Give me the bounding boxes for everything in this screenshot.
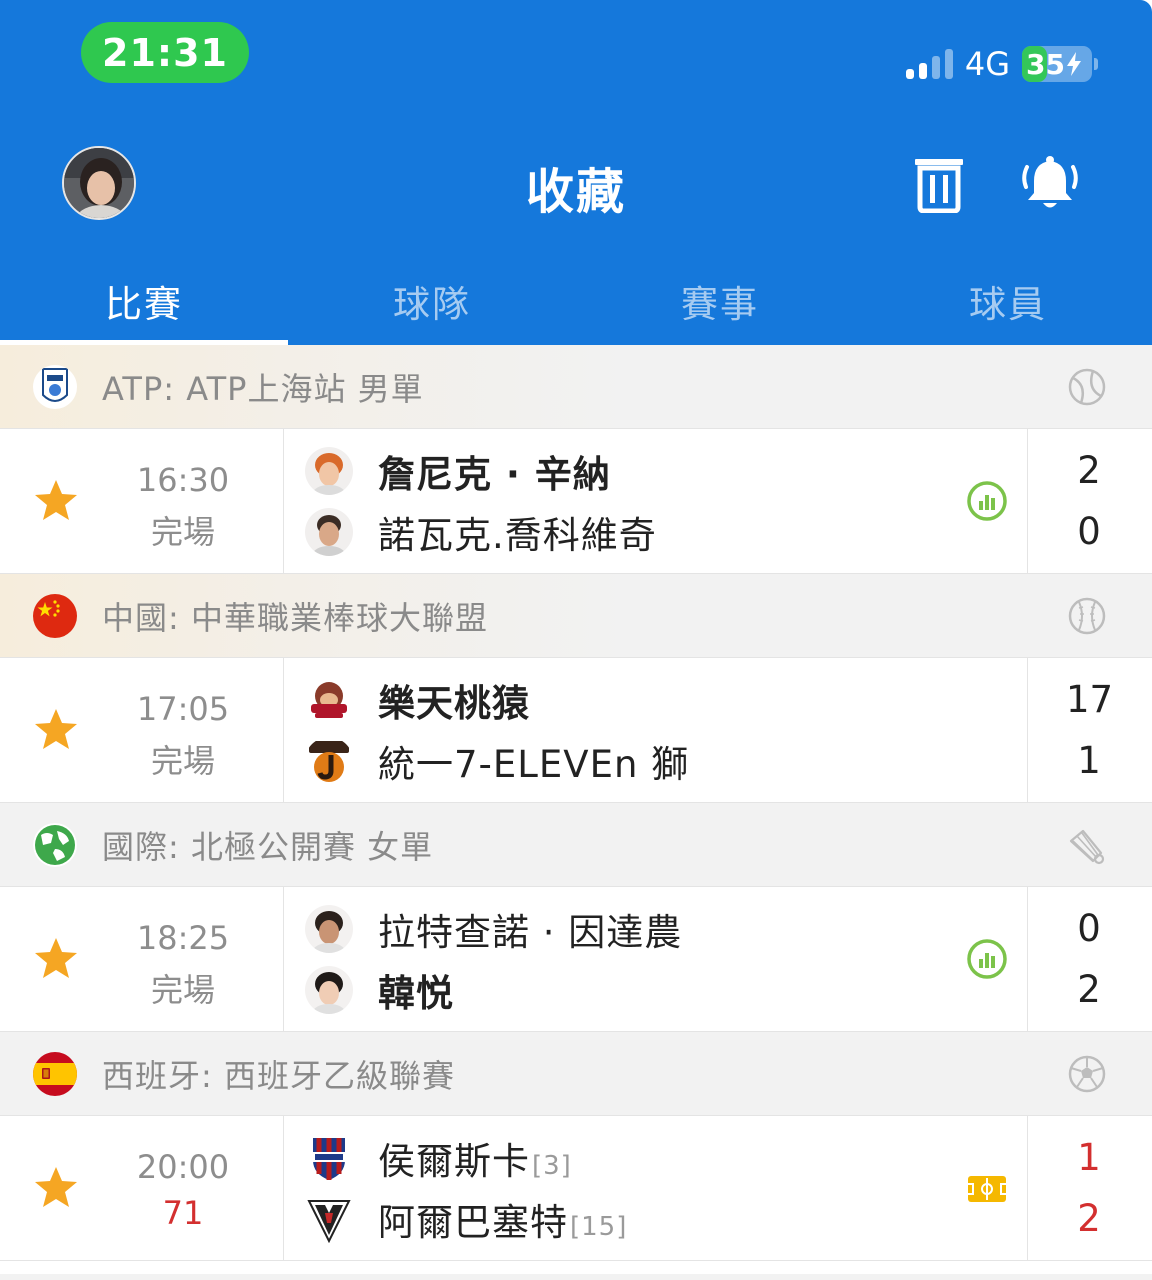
favorite-star-icon[interactable] bbox=[32, 1164, 80, 1212]
match-time: 16:30 bbox=[136, 461, 230, 499]
home-team-name: 拉特查諾 · 因達農 bbox=[378, 911, 683, 954]
delete-button[interactable] bbox=[912, 155, 966, 214]
soccer-ball-icon bbox=[1068, 1055, 1106, 1093]
league-header[interactable]: 國際: 北極公開賽 女單 bbox=[0, 803, 1152, 887]
away-team: 阿爾巴塞特[15] bbox=[305, 1193, 627, 1245]
favorite-star-icon[interactable] bbox=[32, 477, 80, 525]
spain-flag-icon bbox=[33, 1052, 77, 1096]
home-team: 侯爾斯卡[3] bbox=[305, 1132, 572, 1184]
away-team-name: 韓悦 bbox=[378, 972, 454, 1015]
home-team: 樂天桃猿 bbox=[305, 674, 530, 726]
stats-icon[interactable] bbox=[965, 479, 1009, 523]
baseball-icon bbox=[1068, 597, 1106, 635]
match-status: 完場 bbox=[150, 742, 215, 780]
match-row[interactable]: 17:05 完場 樂天桃猿 統一7-ELEVEn 獅 17 1 bbox=[0, 658, 1152, 803]
app-header: 21:31 4G 35 收藏 比賽 球隊 賽事 球員 bbox=[0, 0, 1152, 345]
globe-icon bbox=[33, 823, 77, 867]
tab-teams[interactable]: 球隊 bbox=[288, 262, 576, 345]
league-name: ATP: ATP上海站 男單 bbox=[102, 369, 424, 408]
home-team-name: 侯爾斯卡[3] bbox=[378, 1140, 572, 1183]
tennis-ball-icon bbox=[1068, 368, 1106, 406]
match-time: 18:25 bbox=[136, 919, 230, 957]
trash-icon bbox=[915, 159, 963, 214]
match-row[interactable]: 16:30 完場 詹尼克 · 辛納 諾瓦克.喬科維奇 2 0 bbox=[0, 429, 1152, 574]
tab-bar: 比賽 球隊 賽事 球員 bbox=[0, 262, 1152, 345]
away-team-name: 統一7-ELEVEn 獅 bbox=[378, 743, 690, 786]
status-indicators: 4G 35 bbox=[905, 44, 1098, 84]
home-team-name: 詹尼克 · 辛納 bbox=[378, 453, 611, 496]
battery-level: 35 bbox=[1026, 47, 1065, 81]
league-header[interactable]: 西班牙: 西班牙乙級聯賽 bbox=[0, 1032, 1152, 1116]
league-header[interactable]: 中國: 中華職業棒球大聯盟 bbox=[0, 574, 1152, 658]
home-team-name: 樂天桃猿 bbox=[378, 682, 530, 725]
uni-lions-logo bbox=[305, 737, 353, 785]
away-team: 統一7-ELEVEn 獅 bbox=[305, 735, 689, 787]
china-flag-icon bbox=[33, 594, 77, 638]
signal-icon bbox=[905, 49, 953, 79]
league-rank: [15] bbox=[570, 1212, 628, 1242]
league-name: 國際: 北極公開賽 女單 bbox=[102, 827, 434, 866]
tab-matches[interactable]: 比賽 bbox=[0, 262, 288, 345]
player-avatar bbox=[305, 966, 353, 1014]
home-score: 2 bbox=[1077, 449, 1101, 492]
match-status: 完場 bbox=[150, 513, 215, 551]
player-avatar bbox=[305, 447, 353, 495]
league-name: 中國: 中華職業棒球大聯盟 bbox=[102, 598, 488, 637]
home-team: 拉特查諾 · 因達農 bbox=[305, 903, 682, 955]
away-team-name: 諾瓦克.喬科維奇 bbox=[378, 514, 657, 557]
match-row[interactable]: 20:00 71 侯爾斯卡[3] 阿爾巴塞特[15] 1 2 bbox=[0, 1116, 1152, 1261]
home-team: 詹尼克 · 辛納 bbox=[305, 445, 611, 497]
away-team-name: 阿爾巴塞特[15] bbox=[378, 1201, 628, 1244]
favorite-star-icon[interactable] bbox=[32, 935, 80, 983]
notification-button[interactable] bbox=[1020, 155, 1080, 213]
shuttlecock-icon bbox=[1069, 829, 1105, 865]
away-team: 諾瓦克.喬科維奇 bbox=[305, 506, 657, 558]
match-row[interactable]: 18:25 完場 拉特查諾 · 因達農 韓悦 0 2 bbox=[0, 887, 1152, 1032]
atp-shanghai-logo bbox=[33, 365, 77, 409]
tab-players[interactable]: 球員 bbox=[864, 262, 1152, 345]
network-type: 4G bbox=[964, 45, 1010, 83]
player-avatar bbox=[305, 508, 353, 556]
home-score: 1 bbox=[1077, 1136, 1101, 1179]
away-score: 2 bbox=[1077, 1197, 1101, 1240]
away-score: 0 bbox=[1077, 510, 1101, 553]
league-name: 西班牙: 西班牙乙級聯賽 bbox=[102, 1056, 455, 1095]
home-score: 17 bbox=[1066, 678, 1114, 721]
home-score: 0 bbox=[1077, 907, 1101, 950]
bell-icon bbox=[1022, 156, 1078, 208]
away-score: 1 bbox=[1077, 739, 1101, 782]
favorite-star-icon[interactable] bbox=[32, 706, 80, 754]
match-time: 17:05 bbox=[136, 690, 230, 728]
stats-icon[interactable] bbox=[965, 937, 1009, 981]
charging-bolt-icon bbox=[1066, 52, 1081, 76]
pitch-icon[interactable] bbox=[965, 1166, 1009, 1210]
list-footer-gap bbox=[0, 1274, 1152, 1280]
league-rank: [3] bbox=[532, 1151, 572, 1181]
match-time: 20:00 bbox=[136, 1148, 230, 1186]
match-minute: 71 bbox=[162, 1194, 204, 1232]
match-status: 完場 bbox=[150, 971, 215, 1009]
favorites-list: ATP: ATP上海站 男單 16:30 完場 詹尼克 · 辛納 諾瓦克.喬科維… bbox=[0, 345, 1152, 1261]
albacete-crest bbox=[305, 1195, 353, 1243]
huesca-crest bbox=[305, 1134, 353, 1182]
battery-icon: 35 bbox=[1022, 46, 1098, 82]
rakuten-monkeys-logo bbox=[305, 676, 353, 724]
player-avatar bbox=[305, 905, 353, 953]
league-header[interactable]: ATP: ATP上海站 男單 bbox=[0, 345, 1152, 429]
tab-competitions[interactable]: 賽事 bbox=[576, 262, 864, 345]
page-title: 收藏 bbox=[525, 164, 626, 220]
away-team: 韓悦 bbox=[305, 964, 454, 1016]
away-score: 2 bbox=[1077, 968, 1101, 1011]
status-time: 21:31 bbox=[81, 22, 249, 83]
